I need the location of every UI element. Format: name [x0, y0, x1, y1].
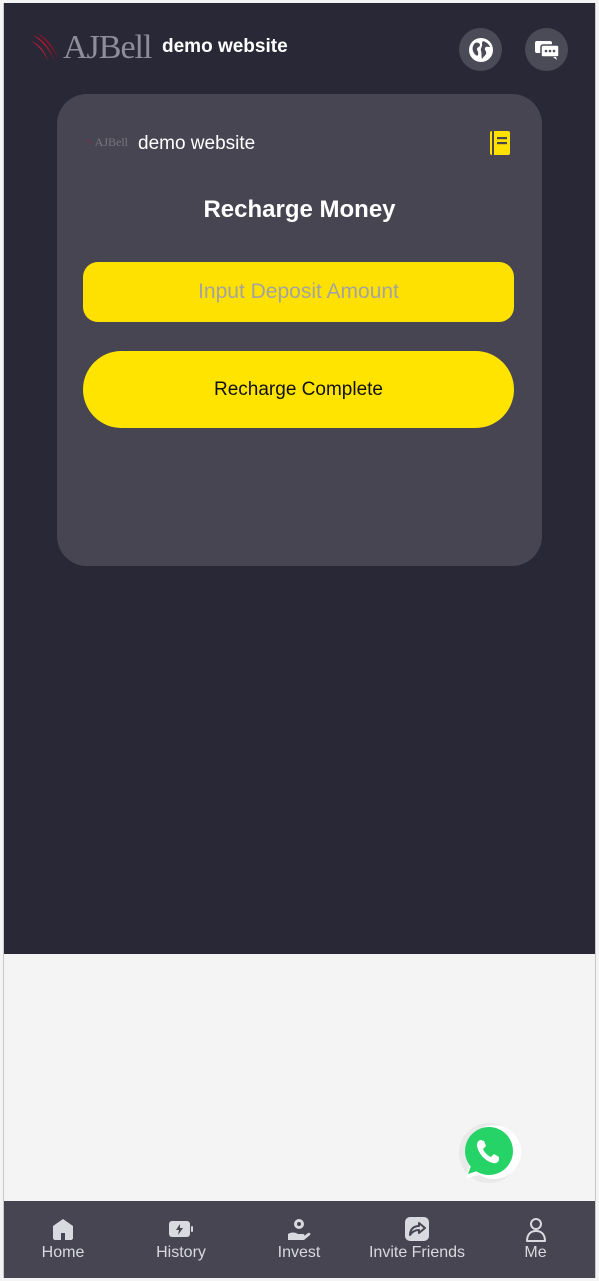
- notebook-icon: [490, 131, 510, 155]
- site-name: demo website: [162, 36, 288, 57]
- brand-swoosh-icon: [86, 138, 93, 146]
- tab-label: Invest: [277, 1244, 321, 1261]
- app-frame: AJBell demo website AJBell demo website …: [3, 3, 596, 1278]
- chat-icon: [534, 40, 560, 60]
- card-site-name: demo website: [138, 133, 256, 154]
- header: AJBell demo website: [4, 3, 595, 93]
- messages-button[interactable]: [525, 28, 568, 71]
- recharge-card: AJBell demo website Recharge Money Recha…: [57, 94, 542, 566]
- tab-home[interactable]: Home: [4, 1201, 122, 1278]
- tab-invite-friends[interactable]: Invite Friends: [358, 1201, 476, 1278]
- brand-logo[interactable]: AJBell: [31, 27, 159, 69]
- home-icon: [53, 1219, 73, 1240]
- tab-me[interactable]: Me: [476, 1201, 595, 1278]
- tab-label: History: [156, 1244, 206, 1261]
- brand-logo-text: AJBell: [63, 29, 152, 66]
- records-button[interactable]: [488, 130, 512, 156]
- main-background: AJBell demo website AJBell demo website …: [4, 3, 595, 954]
- deposit-amount-input[interactable]: [83, 262, 514, 322]
- person-icon: [525, 1218, 546, 1242]
- globe-icon: [468, 37, 493, 62]
- language-button[interactable]: [459, 28, 502, 71]
- brand-swoosh-icon: [31, 33, 58, 63]
- invest-hand-icon: [288, 1219, 311, 1240]
- tab-history[interactable]: History: [122, 1201, 240, 1278]
- recharge-complete-button[interactable]: Recharge Complete: [83, 351, 514, 428]
- card-brand-logo: AJBell: [86, 134, 128, 150]
- battery-bolt-icon: [169, 1221, 193, 1237]
- tab-label: Invite Friends: [368, 1244, 466, 1261]
- tab-invest[interactable]: Invest: [240, 1201, 358, 1278]
- whatsapp-icon: [459, 1123, 522, 1183]
- bottom-tab-bar: Home History Invest Invite Friends Me: [4, 1201, 595, 1278]
- share-icon: [405, 1217, 429, 1241]
- tab-label: Me: [524, 1244, 547, 1261]
- whatsapp-button[interactable]: [454, 1118, 522, 1186]
- page-title: Recharge Money: [203, 196, 396, 223]
- tab-label: Home: [41, 1244, 85, 1261]
- card-brand-logo-text: AJBell: [94, 134, 128, 149]
